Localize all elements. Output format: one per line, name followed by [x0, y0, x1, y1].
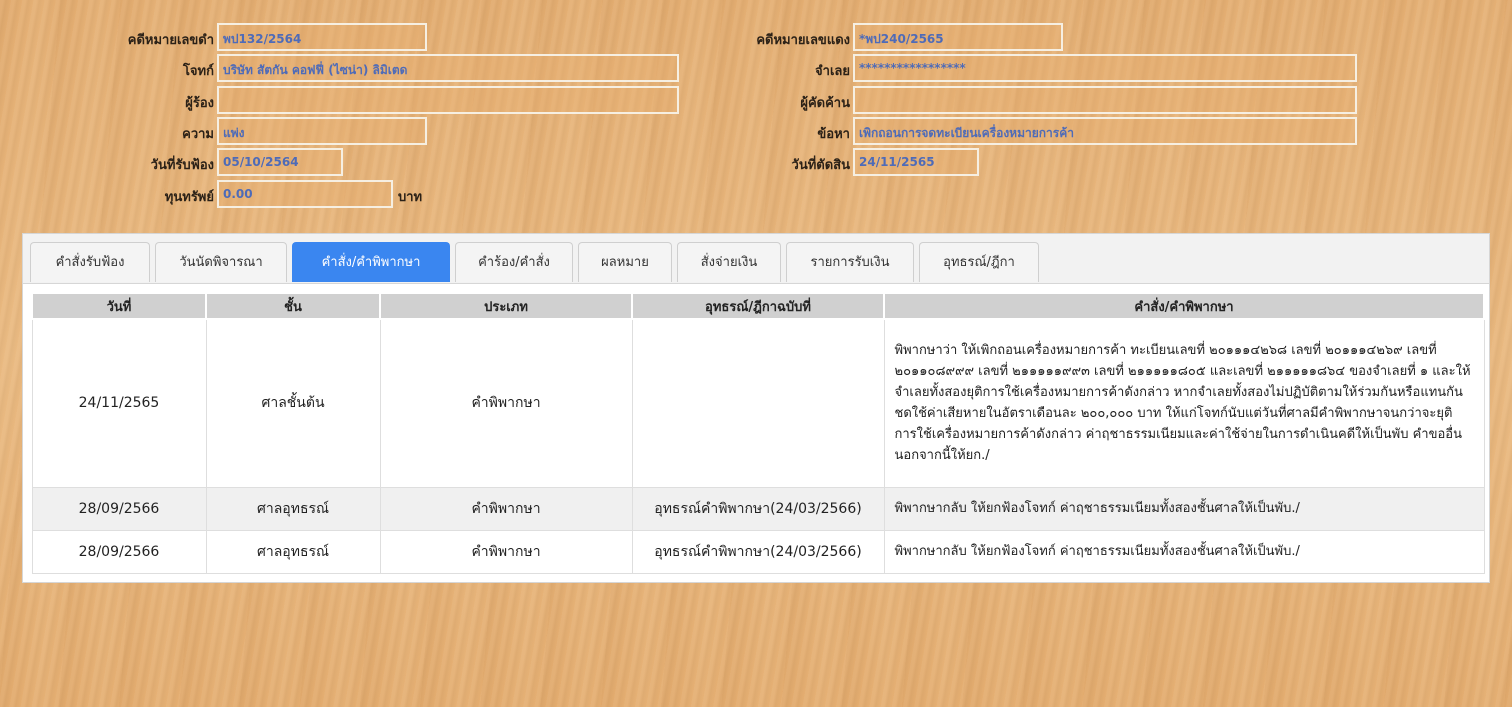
defendant-field[interactable]: ***************** [853, 54, 1357, 82]
cell-appeal-no [631, 318, 885, 488]
black-case-number-field[interactable]: พป132/2564 [217, 23, 427, 51]
column-header-date[interactable]: วันที่ [31, 292, 207, 320]
cell-type: คำพิพากษา [379, 486, 633, 531]
column-header-appeal-no[interactable]: อุทธรณ์/ฎีกาฉบับที่ [631, 292, 885, 320]
table-header-row: วันที่ ชั้น ประเภท อุทธรณ์/ฎีกาฉบับที่ ค… [31, 292, 1485, 320]
charge-row: ข้อหา เพิกถอนการจดทะเบียนเครื่องหมายการค… [700, 117, 1400, 145]
objector-field[interactable] [853, 86, 1357, 114]
tab-hearing-dates[interactable]: วันนัดพิจารณา [155, 242, 287, 282]
matter-field[interactable]: แพ่ง [217, 117, 427, 145]
column-header-judgment[interactable]: คำสั่ง/คำพิพากษา [883, 292, 1485, 320]
tab-summons-results[interactable]: ผลหมาย [578, 242, 672, 282]
cell-level: ศาลอุทธรณ์ [205, 529, 381, 574]
cell-judgment: พิพากษาว่า ให้เพิกถอนเครื่องหมายการค้า ท… [883, 318, 1485, 488]
cell-type: คำพิพากษา [379, 318, 633, 488]
petitioner-row: ผู้ร้อง [0, 86, 700, 114]
cell-date: 28/09/2566 [31, 529, 207, 574]
matter-row: ความ แพ่ง [0, 117, 700, 145]
table-row[interactable]: 28/09/2566 ศาลอุทธรณ์ คำพิพากษา อุทธรณ์ค… [31, 486, 1485, 531]
capital-label: ทุนทรัพย์ [164, 190, 214, 205]
tab-bar: คำสั่งรับฟ้อง วันนัดพิจารณา คำสั่ง/คำพิพ… [23, 234, 1489, 284]
tab-petitions-orders[interactable]: คำร้อง/คำสั่ง [455, 242, 573, 282]
red-case-number-label: คดีหมายเลขแดง [756, 33, 850, 48]
filed-date-row: วันที่รับฟ้อง 05/10/2564 [0, 148, 700, 176]
tab-receipts[interactable]: รายการรับเงิน [786, 242, 914, 282]
tab-appeals[interactable]: อุทธรณ์/ฎีกา [919, 242, 1039, 282]
petitioner-label: ผู้ร้อง [185, 96, 214, 111]
charge-field[interactable]: เพิกถอนการจดทะเบียนเครื่องหมายการค้า [853, 117, 1357, 145]
column-header-type[interactable]: ประเภท [379, 292, 633, 320]
defendant-row: จำเลย ***************** [700, 54, 1400, 82]
matter-label: ความ [182, 127, 214, 142]
tab-orders-judgments[interactable]: คำสั่ง/คำพิพากษา [292, 242, 450, 282]
table-row[interactable]: 28/09/2566 ศาลอุทธรณ์ คำพิพากษา อุทธรณ์ค… [31, 529, 1485, 574]
plaintiff-field[interactable]: บริษัท สัตกัน คอฟฟี่ (ไซน่า) ลิมิเตด [217, 54, 679, 82]
cell-type: คำพิพากษา [379, 529, 633, 574]
decided-date-row: วันที่ตัดสิน 24/11/2565 [700, 148, 1400, 176]
cell-level: ศาลอุทธรณ์ [205, 486, 381, 531]
red-case-number-field[interactable]: *พป240/2565 [853, 23, 1063, 51]
cell-appeal-no: อุทธรณ์คำพิพากษา(24/03/2566) [631, 529, 885, 574]
black-case-number-row: คดีหมายเลขดำ พป132/2564 [0, 23, 700, 51]
objector-label: ผู้คัดค้าน [800, 96, 850, 111]
filed-date-field[interactable]: 05/10/2564 [217, 148, 343, 176]
tab-payment-orders[interactable]: สั่งจ่ายเงิน [677, 242, 781, 282]
decided-date-label: วันที่ตัดสิน [791, 158, 850, 173]
tab-complaint-order[interactable]: คำสั่งรับฟ้อง [30, 242, 150, 282]
cell-appeal-no: อุทธรณ์คำพิพากษา(24/03/2566) [631, 486, 885, 531]
decided-date-field[interactable]: 24/11/2565 [853, 148, 979, 176]
petitioner-field[interactable] [217, 86, 679, 114]
judgments-table: วันที่ ชั้น ประเภท อุทธรณ์/ฎีกาฉบับที่ ค… [31, 292, 1485, 574]
cell-level: ศาลชั้นต้น [205, 318, 381, 488]
cell-date: 28/09/2566 [31, 486, 207, 531]
plaintiff-label: โจทก์ [182, 64, 214, 79]
charge-label: ข้อหา [817, 127, 850, 142]
capital-field[interactable]: 0.00 [217, 180, 393, 208]
cell-judgment: พิพากษากลับ ให้ยกฟ้องโจทก์ ค่าฤชาธรรมเนี… [883, 529, 1485, 574]
objector-row: ผู้คัดค้าน [700, 86, 1400, 114]
capital-unit: บาท [398, 190, 423, 205]
capital-row: ทุนทรัพย์ 0.00 บาท [0, 180, 700, 208]
table-row[interactable]: 24/11/2565 ศาลชั้นต้น คำพิพากษา พิพากษาว… [31, 318, 1485, 488]
results-panel: คำสั่งรับฟ้อง วันนัดพิจารณา คำสั่ง/คำพิพ… [22, 233, 1490, 583]
filed-date-label: วันที่รับฟ้อง [150, 158, 214, 173]
plaintiff-row: โจทก์ บริษัท สัตกัน คอฟฟี่ (ไซน่า) ลิมิเ… [0, 54, 700, 82]
defendant-label: จำเลย [815, 64, 850, 79]
cell-judgment: พิพากษากลับ ให้ยกฟ้องโจทก์ ค่าฤชาธรรมเนี… [883, 486, 1485, 531]
red-case-number-row: คดีหมายเลขแดง *พป240/2565 [700, 23, 1400, 51]
black-case-number-label: คดีหมายเลขดำ [127, 33, 214, 48]
column-header-level[interactable]: ชั้น [205, 292, 381, 320]
cell-date: 24/11/2565 [31, 318, 207, 488]
